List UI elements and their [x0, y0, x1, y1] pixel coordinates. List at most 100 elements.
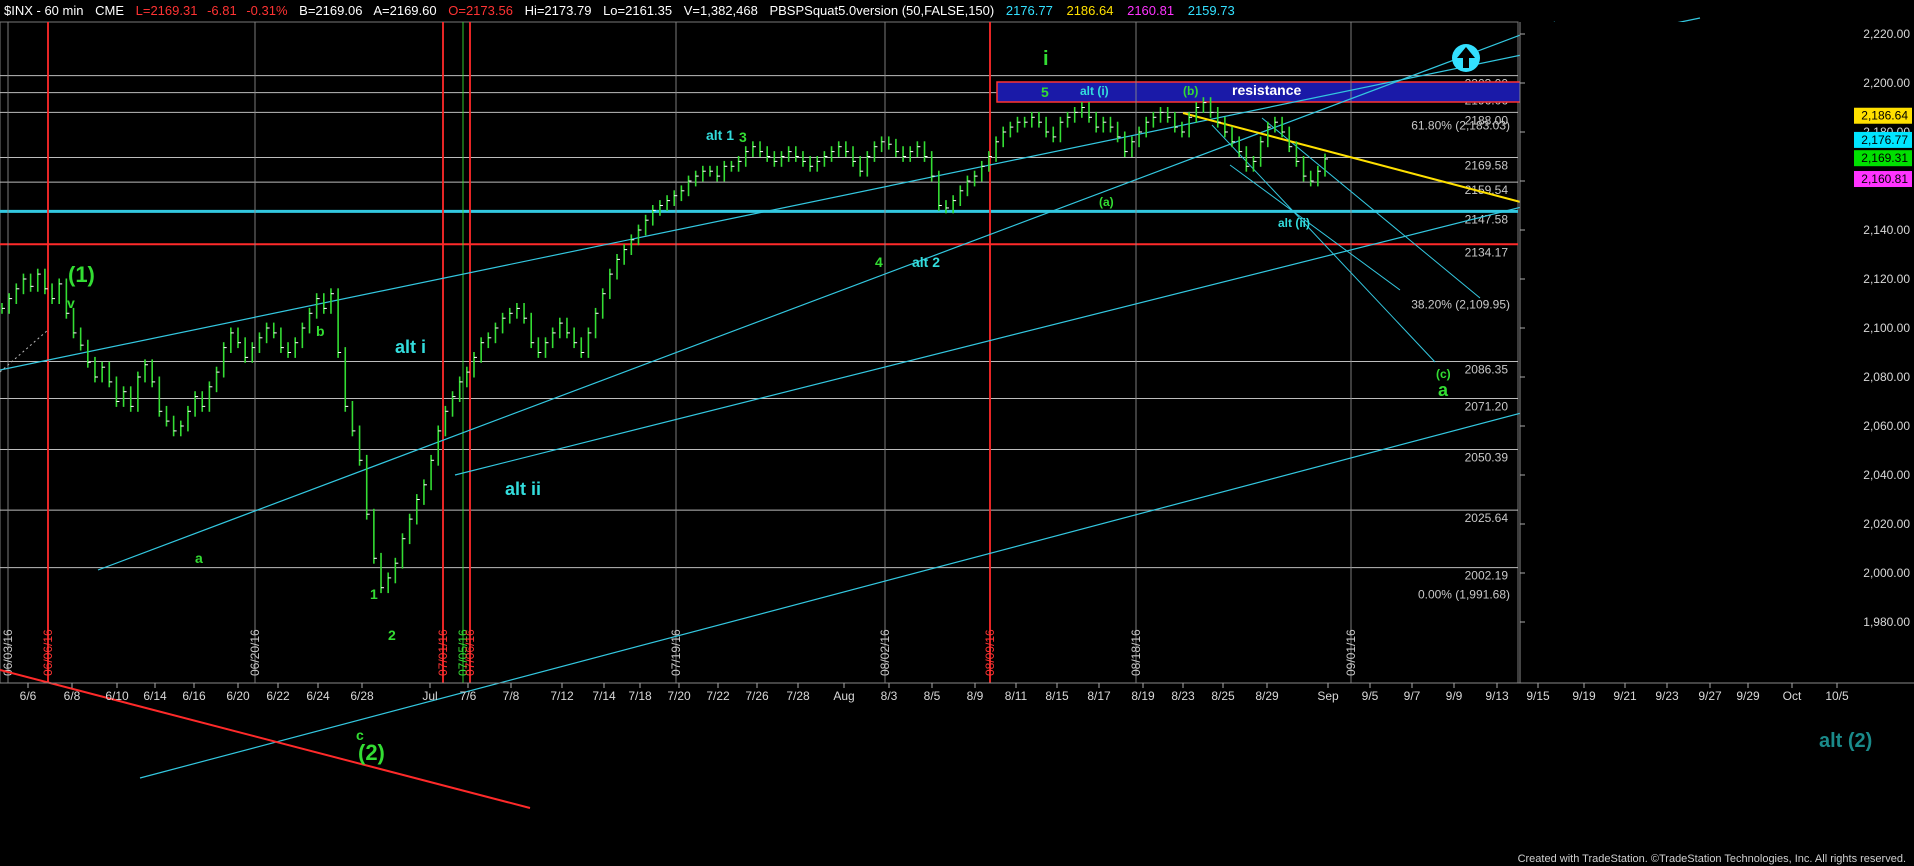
price-chart[interactable]: 2203.002196.062188.002169.582159.542147.… [0, 0, 1914, 866]
level-label: 2025.64 [1465, 511, 1509, 525]
wave-label: (1) [68, 262, 95, 287]
y-tick-label: 2,100.00 [1863, 321, 1910, 335]
footer-credit: Created with TradeStation. ©TradeStation… [1518, 853, 1906, 865]
symbol-label: $INX - 60 min [4, 3, 83, 18]
level-label: 2050.39 [1465, 451, 1509, 465]
wave-label: i [1043, 48, 1049, 70]
x-tick-label: 9/15 [1526, 689, 1550, 703]
wave-label: (c) [1436, 367, 1451, 381]
date-label: 06/20/16 [248, 629, 262, 676]
x-tick-label: 8/5 [924, 689, 941, 703]
x-tick-label: 9/29 [1736, 689, 1760, 703]
study-value-3: 2160.81 [1127, 3, 1174, 18]
price-badge: 2,176.77 [1861, 133, 1908, 147]
y-tick-label: 2,120.00 [1863, 272, 1910, 286]
wave-label: (b) [1183, 84, 1198, 98]
x-tick-label: 8/9 [967, 689, 984, 703]
x-tick-label: 8/11 [1005, 689, 1028, 703]
x-tick-label: 8/15 [1045, 689, 1069, 703]
price-badge: 2,169.31 [1861, 151, 1908, 165]
wave-label: alt 2 [912, 254, 940, 270]
wave-label: alt (i) [1080, 84, 1109, 98]
study-value-4: 2159.73 [1188, 3, 1235, 18]
x-tick-label: 6/6 [20, 689, 37, 703]
up-arrow-icon [1452, 44, 1480, 72]
study-label: PBSPSquat5.0version (50,FALSE,150) [769, 3, 994, 18]
volume-label: V=1,382,468 [684, 3, 758, 18]
x-tick-label: 7/12 [550, 689, 574, 703]
x-tick-label: 9/7 [1404, 689, 1421, 703]
chart-root: 2203.002196.062188.002169.582159.542147.… [0, 0, 1914, 866]
x-tick-label: 6/14 [143, 689, 167, 703]
date-label: 07/06/16 [463, 629, 477, 676]
date-label: 08/02/16 [878, 629, 892, 676]
low-label: Lo=2161.35 [603, 3, 672, 18]
x-tick-label: Jul [422, 689, 437, 703]
wave-label: b [316, 323, 325, 339]
y-tick-label: 2,020.00 [1863, 517, 1910, 531]
wave-label: alt i [395, 337, 426, 357]
wave-label: alt 1 [706, 127, 734, 143]
price-badge: 2,186.64 [1861, 109, 1908, 123]
wave-label: 3 [739, 129, 747, 145]
x-tick-label: 7/26 [745, 689, 769, 703]
wave-label: (a) [1099, 195, 1114, 209]
x-tick-label: 6/28 [350, 689, 374, 703]
wave-label: alt ii [505, 479, 541, 499]
x-tick-label: 7/22 [706, 689, 730, 703]
date-label: 09/01/16 [1344, 629, 1358, 676]
x-tick-label: 7/18 [628, 689, 652, 703]
y-tick-label: 2,060.00 [1863, 419, 1910, 433]
x-tick-label: 9/21 [1613, 689, 1637, 703]
x-tick-label: 8/25 [1211, 689, 1235, 703]
y-tick-label: 1,980.00 [1863, 615, 1910, 629]
level-label: 2071.20 [1465, 400, 1509, 414]
open-label: O=2173.56 [448, 3, 513, 18]
y-tick-label: 2,080.00 [1863, 370, 1910, 384]
x-tick-label: 9/19 [1572, 689, 1596, 703]
high-label: Hi=2173.79 [525, 3, 592, 18]
x-tick-label: 9/23 [1655, 689, 1679, 703]
wave-label: a [195, 550, 203, 566]
x-tick-label: Oct [1783, 689, 1802, 703]
change-label: -6.81 [207, 3, 237, 18]
x-tick-label: 7/6 [460, 689, 477, 703]
x-tick-label: 8/3 [881, 689, 898, 703]
level-label: 2002.19 [1465, 569, 1509, 583]
x-tick-label: 8/19 [1131, 689, 1155, 703]
wave-label: 1 [370, 586, 378, 602]
x-tick-label: 7/14 [592, 689, 616, 703]
y-tick-label: 2,000.00 [1863, 566, 1910, 580]
change-pct-label: -0.31% [246, 3, 288, 18]
x-tick-label: 9/27 [1698, 689, 1722, 703]
x-tick-label: 6/16 [182, 689, 206, 703]
wave-label: (2) [358, 740, 385, 765]
x-tick-label: 6/10 [105, 689, 129, 703]
x-tick-label: 6/22 [266, 689, 290, 703]
x-tick-label: 9/5 [1362, 689, 1379, 703]
wave-label: alt (ii) [1278, 216, 1310, 230]
date-label: 08/18/16 [1129, 629, 1143, 676]
wave-label: 2 [388, 627, 396, 643]
date-label: 06/06/16 [41, 629, 55, 676]
ask-label: A=2169.60 [373, 3, 436, 18]
wave-label: v [67, 295, 75, 311]
study-value-1: 2176.77 [1006, 3, 1053, 18]
x-tick-label: 10/5 [1825, 689, 1849, 703]
y-tick-label: 2,220.00 [1863, 27, 1910, 41]
y-tick-label: 2,140.00 [1863, 223, 1910, 237]
price-badge: 2,160.81 [1861, 172, 1908, 186]
x-tick-label: 6/24 [306, 689, 330, 703]
chart-header: $INX - 60 min CME L=2169.31 -6.81 -0.31%… [4, 3, 1235, 18]
last-label: L=2169.31 [136, 3, 198, 18]
y-tick-label: 2,040.00 [1863, 468, 1910, 482]
wave-label: 4 [875, 254, 883, 270]
x-tick-label: 8/17 [1087, 689, 1111, 703]
date-label: 06/03/16 [1, 629, 15, 676]
x-tick-label: 9/13 [1485, 689, 1509, 703]
wave-label: 5 [1041, 84, 1049, 100]
x-tick-label: 7/8 [503, 689, 520, 703]
fib-label-1: 38.20% (2,109.95) [1411, 298, 1510, 312]
date-label: 07/01/16 [436, 629, 450, 676]
fib-label-2: 0.00% (1,991.68) [1418, 587, 1510, 601]
